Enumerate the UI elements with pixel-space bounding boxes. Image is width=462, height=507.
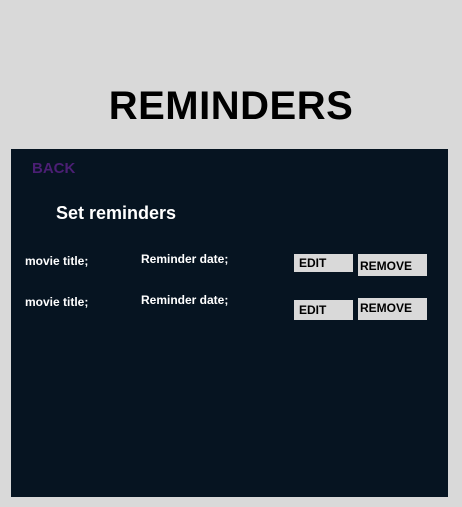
remove-button[interactable]: REMOVE	[358, 298, 427, 320]
reminders-panel: BACK Set reminders movie title; Reminder…	[11, 149, 448, 497]
back-link[interactable]: BACK	[32, 160, 75, 178]
reminder-date-label: Reminder date;	[141, 252, 229, 266]
reminder-row: movie title; Reminder date; EDIT REMOVE	[11, 293, 448, 320]
section-title: Set reminders	[56, 203, 177, 223]
movie-title-label: movie title;	[25, 295, 89, 309]
reminder-row: movie title; Reminder date; EDIT REMOVE	[11, 252, 448, 276]
page-title: REMINDERS	[108, 84, 354, 128]
reminder-date-label: Reminder date;	[141, 293, 229, 307]
edit-button[interactable]: EDIT	[294, 300, 353, 320]
remove-button[interactable]: REMOVE	[358, 254, 427, 276]
movie-title-label: movie title;	[25, 254, 89, 268]
edit-button[interactable]: EDIT	[294, 254, 353, 272]
